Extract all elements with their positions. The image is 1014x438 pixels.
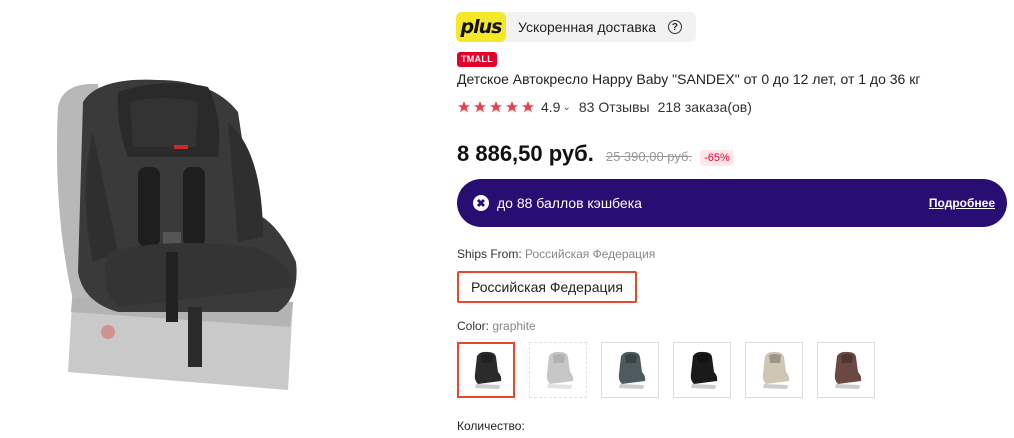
- cashback-more-link[interactable]: Подробнее: [929, 196, 995, 210]
- cashback-icon: ✖: [473, 195, 489, 211]
- star-icon: [474, 101, 486, 113]
- orders-count: 218 заказа(ов): [657, 99, 752, 115]
- plus-delivery-text: Ускоренная доставка: [518, 19, 656, 35]
- color-swatch-grey[interactable]: [529, 342, 587, 398]
- color-swatch-black[interactable]: [673, 342, 731, 398]
- price-row: 8 886,50 руб. 25 390,00 руб. -65%: [457, 141, 734, 167]
- star-icon: [522, 101, 534, 113]
- reviews-link[interactable]: 83 Отзывы: [579, 99, 650, 115]
- color-swatch-beige[interactable]: [745, 342, 803, 398]
- ships-from-option[interactable]: Российская Федерация: [457, 271, 637, 303]
- plus-logo: plus: [456, 12, 506, 42]
- star-icon: [506, 101, 518, 113]
- rating-row: 4.9 ⌄ 83 Отзывы 218 заказа(ов): [457, 99, 752, 115]
- seat-thumbnail-icon: [762, 351, 790, 389]
- rating-value[interactable]: 4.9: [541, 99, 560, 115]
- old-price: 25 390,00 руб.: [605, 149, 693, 164]
- help-icon[interactable]: ?: [667, 20, 682, 34]
- seat-thumbnail-icon: [618, 351, 646, 389]
- color-swatches: [457, 342, 875, 398]
- color-swatch-brown[interactable]: [817, 342, 875, 398]
- color-value: graphite: [492, 319, 536, 333]
- ships-from-value: Российская Федерация: [525, 247, 656, 261]
- seat-thumbnail-icon: [546, 351, 574, 389]
- cashback-banner[interactable]: ✖ до 88 баллов кэшбека Подробнее: [457, 179, 1007, 227]
- discount-badge: -65%: [700, 150, 734, 166]
- product-image[interactable]: [38, 72, 308, 402]
- plus-delivery-bar[interactable]: plus Ускоренная доставка ?: [456, 12, 696, 42]
- color-title: Color:: [457, 319, 490, 333]
- star-icon: [458, 101, 470, 113]
- tmall-badge: TMALL: [457, 52, 497, 67]
- current-price: 8 886,50 руб.: [457, 141, 594, 166]
- seat-thumbnail-icon: [690, 351, 718, 389]
- quantity-label: Количество:: [457, 419, 525, 433]
- cashback-text: до 88 баллов кэшбека: [497, 195, 642, 211]
- star-icon: [490, 101, 502, 113]
- color-label: Color: graphite: [457, 319, 536, 333]
- color-swatch-graphite[interactable]: [457, 342, 515, 398]
- ships-from-label: Ships From: Российская Федерация: [457, 247, 655, 261]
- color-swatch-teal-grey[interactable]: [601, 342, 659, 398]
- product-title: Детское Автокресло Happy Baby "SANDEX" о…: [457, 71, 921, 87]
- ships-from-title: Ships From:: [457, 247, 522, 261]
- seat-thumbnail-icon: [834, 351, 862, 389]
- seat-thumbnail-icon: [474, 351, 502, 389]
- rating-stars: [457, 100, 535, 114]
- chevron-down-icon[interactable]: ⌄: [562, 102, 570, 113]
